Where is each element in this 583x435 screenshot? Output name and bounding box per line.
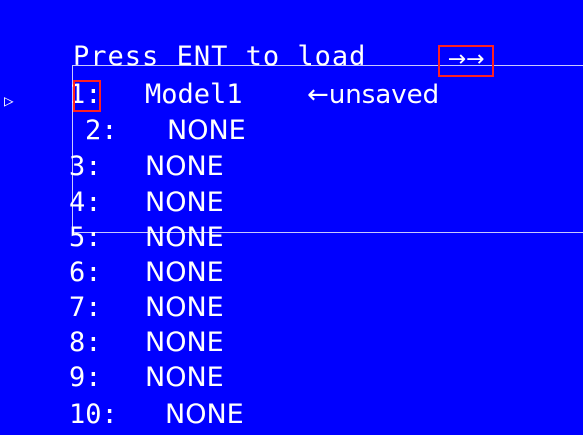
slot-row[interactable]: 4: NONE	[4, 152, 224, 218]
selection-cursor-icon: ▷	[4, 91, 14, 110]
slot-value: NONE	[165, 399, 244, 430]
slot-row[interactable]: 6: NONE	[4, 222, 224, 288]
unsaved-label: ←unsaved	[307, 80, 440, 110]
slot-edit-highlight	[73, 80, 101, 112]
lcd-screen: Press ENT to load 1: Model1 ←unsaved →→ ▷ …	[0, 0, 583, 435]
slot-1-row[interactable]: 1: Model1 ←unsaved	[4, 44, 439, 110]
slot-row[interactable]: 7: NONE	[4, 257, 224, 323]
slot-row[interactable]: 2: NONE	[20, 80, 246, 146]
slot-number: 10:	[69, 399, 118, 430]
nav-arrows-highlight	[438, 45, 494, 77]
slot-row[interactable]: 5: NONE	[4, 187, 224, 253]
slot-row[interactable]: 8: NONE	[4, 292, 224, 358]
slot-row[interactable]: 9: NONE	[4, 327, 224, 393]
header-title: Press ENT to load	[73, 41, 367, 72]
slot-row[interactable]: 10: NONE	[4, 364, 244, 430]
slot-row[interactable]: 3: NONE	[4, 116, 224, 182]
